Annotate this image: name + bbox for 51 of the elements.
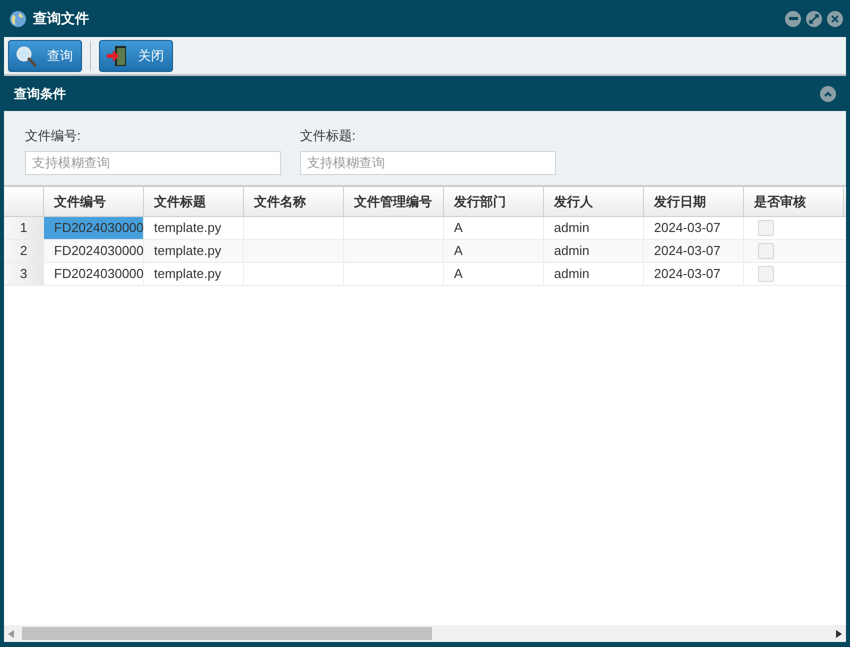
- column-header[interactable]: 发行日期: [644, 187, 744, 216]
- checkbox[interactable]: [758, 266, 774, 282]
- close-window-button[interactable]: 关闭: [99, 40, 173, 72]
- close-icon: [830, 14, 840, 24]
- row-number: 3: [4, 263, 44, 285]
- minus-icon: [788, 17, 798, 20]
- row-number: 2: [4, 240, 44, 262]
- column-header[interactable]: 发行部门: [444, 187, 544, 216]
- table-cell: template.py: [144, 263, 244, 285]
- scroll-right-icon[interactable]: [836, 630, 842, 638]
- table-cell: A: [444, 217, 544, 239]
- table-cell: 2024-03-07: [644, 240, 744, 262]
- maximize-button[interactable]: [806, 10, 822, 26]
- table-cell: admin: [544, 240, 644, 262]
- field-label: 文件标题:: [300, 127, 357, 145]
- table-cell: FD2024030000: [44, 263, 144, 285]
- column-header[interactable]: 是否审核: [744, 187, 844, 216]
- checkbox[interactable]: [758, 243, 774, 259]
- scrollbar-thumb[interactable]: [22, 627, 432, 640]
- table-cell: A: [444, 240, 544, 262]
- expand-icon: [809, 14, 819, 24]
- search-field[interactable]: 支持模糊查询: [300, 150, 556, 174]
- table-cell: 2024-03-07: [644, 263, 744, 285]
- close-button[interactable]: [827, 10, 843, 26]
- column-header[interactable]: 发行人: [544, 187, 644, 216]
- table-cell: template.py: [144, 240, 244, 262]
- search-button[interactable]: 查询: [8, 40, 82, 72]
- field-label: 文件编号:: [25, 127, 82, 145]
- column-header[interactable]: 文件名称: [244, 187, 344, 216]
- horizontal-scrollbar[interactable]: [4, 625, 846, 642]
- table-cell: 2024-03-07: [644, 217, 744, 239]
- door-exit-icon: [106, 44, 128, 66]
- panel-title: 查询条件: [14, 84, 66, 103]
- column-header[interactable]: 文件编号: [44, 187, 144, 216]
- column-header[interactable]: 文件标题: [144, 187, 244, 216]
- collapse-button[interactable]: [820, 86, 836, 102]
- search-field[interactable]: 支持模糊查询: [25, 150, 281, 174]
- minimize-button[interactable]: [785, 10, 801, 26]
- table-cell: admin: [544, 263, 644, 285]
- column-header[interactable]: 文件管理编号: [344, 187, 444, 216]
- window-title: 查询文件: [33, 9, 89, 28]
- table-cell: A: [444, 263, 544, 285]
- table-cell: FD2024030000: [44, 240, 144, 262]
- checkbox[interactable]: [758, 220, 774, 236]
- table-cell: FD2024030000: [44, 217, 144, 239]
- row-number: 1: [4, 217, 44, 239]
- scroll-left-icon[interactable]: [8, 630, 14, 638]
- table-cell: template.py: [144, 217, 244, 239]
- table-cell: admin: [544, 217, 644, 239]
- globe-icon: [9, 10, 27, 28]
- magnifier-icon: [15, 44, 37, 66]
